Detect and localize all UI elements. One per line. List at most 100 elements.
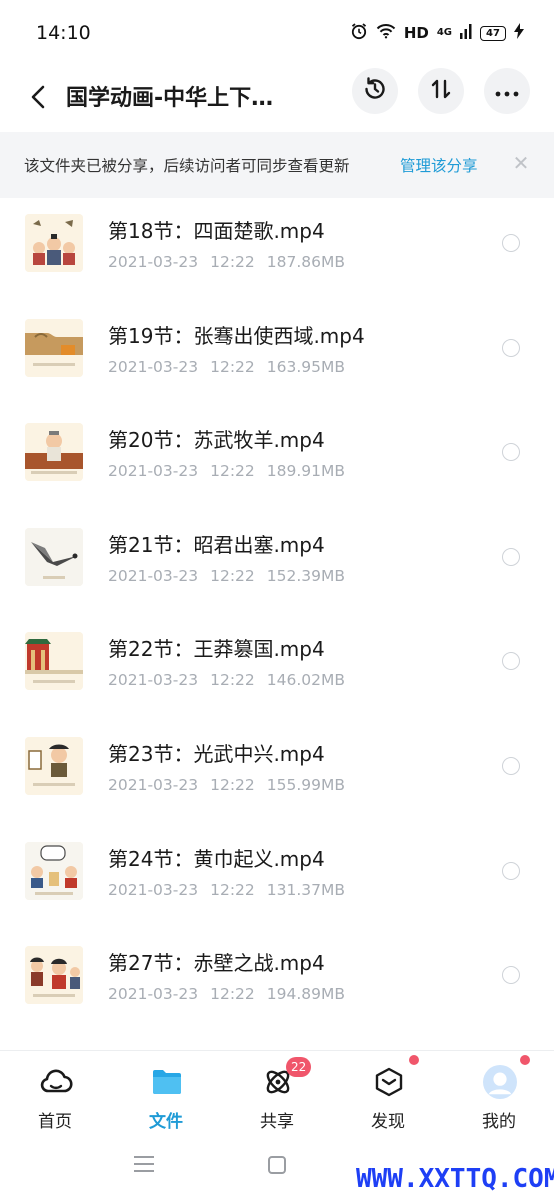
more-button[interactable] [484,68,530,114]
more-icon [495,82,519,101]
file-time: 12:22 [210,880,255,899]
select-radio[interactable] [502,652,520,671]
file-name: 第21节：昭君出塞.mp4 [108,532,325,557]
file-time: 12:22 [210,253,255,271]
menu-icon[interactable] [134,1156,154,1172]
select-radio[interactable] [502,966,520,985]
share-banner: 该文件夹已被分享，后续访问者可同步查看更新 管理该分享 ✕ [0,132,554,198]
file-name: 第22节：王莽篡国.mp4 [108,637,325,662]
list-item[interactable]: 第18节：四面楚歌.mp4 2021-03-23 12:22 187.86MB [0,198,554,303]
file-size: 131.37MB [266,880,346,899]
file-time: 12:22 [210,357,255,376]
discover-dot-badge [409,1055,419,1065]
file-meta: 2021-03-23 12:22 163.95MB [108,358,357,376]
nav-item-me[interactable]: 我的 [444,1051,554,1135]
select-radio[interactable] [502,338,520,357]
home-icon[interactable] [268,1156,286,1174]
network-type: 4G [436,27,452,38]
battery-icon: 47 [480,25,506,41]
file-date: 2021-03-23 [108,671,199,690]
back-button[interactable] [20,76,56,122]
charging-icon [514,23,524,43]
nav-label: 首页 [38,1112,72,1132]
list-item[interactable]: 第27节：赤壁之战.mp4 2021-03-23 12:22 194.89MB [0,930,554,1035]
video-thumbnail [25,423,83,482]
header: 国学动画-中华上下… [0,66,554,132]
file-size: 194.89MB [266,985,346,1004]
file-name: 第18节：四面楚歌.mp4 [108,219,325,243]
file-meta: 2021-03-23 12:22 189.91MB [108,462,357,480]
list-item[interactable]: 第24节：黄巾起义.mp4 2021-03-23 12:22 131.37MB [0,826,554,931]
file-date: 2021-03-23 [108,880,199,899]
share-badge: 22 [286,1057,312,1077]
bottom-nav: 首页 文件 22 共享 发现 我的 [0,1050,554,1134]
file-size: 155.99MB [266,775,346,794]
file-meta: 2021-03-23 12:22 187.86MB [108,253,357,271]
nav-label: 共享 [260,1112,294,1132]
select-radio[interactable] [502,756,520,775]
file-name: 第20节：苏武牧羊.mp4 [108,428,325,453]
file-meta: 2021-03-23 12:22 194.89MB [108,985,357,1003]
wifi-icon [376,23,396,43]
system-nav-bar: WWW.XXTTQ.COM [0,1134,554,1200]
nav-item-home[interactable]: 首页 [0,1051,110,1135]
list-item[interactable]: 第21节：昭君出塞.mp4 2021-03-23 12:22 152.39MB [0,512,554,617]
hd-indicator: HD [403,24,429,42]
file-meta: 2021-03-23 12:22 131.37MB [108,881,357,899]
video-thumbnail [25,736,83,795]
file-date: 2021-03-23 [108,566,199,585]
profile-dot-badge [520,1055,530,1065]
status-time: 14:10 [36,22,91,44]
nav-label: 发现 [371,1112,405,1132]
select-radio[interactable] [502,861,520,880]
list-item[interactable]: 第20节：苏武牧羊.mp4 2021-03-23 12:22 189.91MB [0,407,554,512]
file-date: 2021-03-23 [108,775,199,794]
status-icons: HD 4G 47 [350,22,524,44]
list-item[interactable]: 第23节：光武中兴.mp4 2021-03-23 12:22 155.99MB [0,721,554,826]
file-date: 2021-03-23 [108,357,199,376]
chevron-left-icon [30,85,46,113]
file-size: 146.02MB [266,671,346,690]
file-meta: 2021-03-23 12:22 152.39MB [108,567,357,585]
file-name: 第24节：黄巾起义.mp4 [108,846,325,871]
nav-item-discover[interactable]: 发现 [333,1051,443,1135]
file-size: 163.95MB [266,357,346,376]
file-name: 第27节：赤壁之战.mp4 [108,951,325,976]
close-icon[interactable]: ✕ [508,148,534,178]
file-name: 第19节：张骞出使西域.mp4 [108,323,365,348]
share-banner-message: 该文件夹已被分享，后续访问者可同步查看更新 [24,157,350,175]
file-meta: 2021-03-23 12:22 146.02MB [108,671,357,689]
sort-icon [429,77,453,105]
select-radio[interactable] [502,443,520,462]
file-time: 12:22 [210,462,255,481]
file-size: 152.39MB [266,566,346,585]
file-meta: 2021-03-23 12:22 155.99MB [108,776,357,794]
video-thumbnail [25,527,83,586]
folder-icon [150,1065,184,1099]
file-time: 12:22 [210,671,255,690]
cloud-icon [39,1065,73,1099]
sort-button[interactable] [418,68,464,114]
nav-item-files[interactable]: 文件 [111,1051,221,1135]
video-thumbnail [25,841,83,900]
list-item[interactable]: 第22节：王莽篡国.mp4 2021-03-23 12:22 146.02MB [0,616,554,721]
select-radio[interactable] [502,547,520,566]
video-thumbnail [25,946,83,1005]
nav-label: 我的 [482,1112,516,1132]
file-date: 2021-03-23 [108,985,199,1004]
file-time: 12:22 [210,775,255,794]
file-size: 189.91MB [266,462,346,481]
video-thumbnail [25,214,83,272]
select-radio[interactable] [502,234,520,252]
file-name: 第23节：光武中兴.mp4 [108,741,325,766]
history-button[interactable] [352,68,398,114]
file-time: 12:22 [210,566,255,585]
status-bar: 14:10 HD 4G 47 [0,0,554,66]
nav-item-share[interactable]: 22 共享 [222,1051,332,1135]
manage-share-link[interactable]: 管理该分享 [400,154,478,176]
file-date: 2021-03-23 [108,253,199,271]
file-list: 第18节：四面楚歌.mp4 2021-03-23 12:22 187.86MB 第1… [0,198,554,1035]
file-time: 12:22 [210,985,255,1004]
watermark: WWW.XXTTQ.COM [356,1164,554,1194]
list-item[interactable]: 第19节：张骞出使西域.mp4 2021-03-23 12:22 163.95MB [0,303,554,408]
